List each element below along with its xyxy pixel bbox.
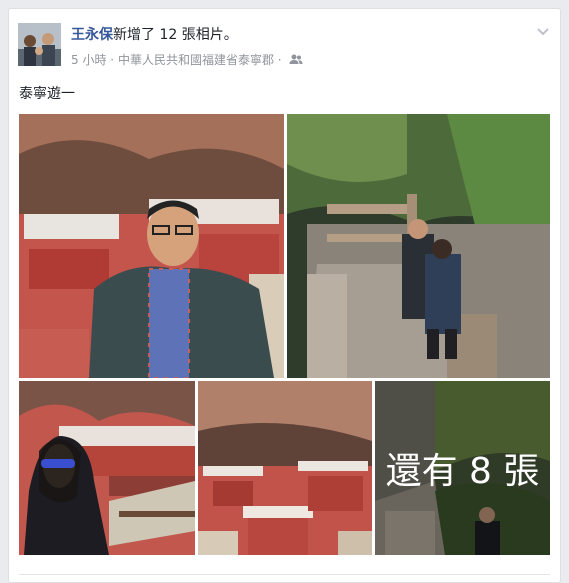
post-meta: 5 小時 · 中華人民共和國福建省泰寧郡 · xyxy=(71,51,303,68)
meta-separator: · xyxy=(277,53,282,67)
more-photos-label[interactable]: 還有 8 張 xyxy=(375,381,550,555)
photo-4[interactable] xyxy=(198,381,372,555)
post-message: 泰寧遊一 xyxy=(19,86,75,102)
post-action: 新增了 12 張相片。 xyxy=(113,27,238,43)
post-header: 王永保新增了 12 張相片。 xyxy=(71,24,238,44)
photo-3[interactable] xyxy=(19,381,195,555)
friends-icon[interactable] xyxy=(289,54,303,68)
photo-2[interactable] xyxy=(287,114,550,378)
feed-post: 王永保新增了 12 張相片。 5 小時 · 中華人民共和國福建省泰寧郡 · 泰寧… xyxy=(8,8,561,583)
meta-separator: · xyxy=(110,53,115,67)
avatar[interactable] xyxy=(18,23,61,66)
more-photos-tile[interactable]: 還有 8 張 xyxy=(375,381,550,555)
chevron-down-icon[interactable] xyxy=(536,23,550,37)
post-time[interactable]: 5 小時 xyxy=(71,53,106,67)
author-name[interactable]: 王永保 xyxy=(71,27,113,43)
divider xyxy=(19,574,550,575)
photo-1[interactable] xyxy=(19,114,284,378)
post-location[interactable]: 中華人民共和國福建省泰寧郡 xyxy=(118,53,274,67)
